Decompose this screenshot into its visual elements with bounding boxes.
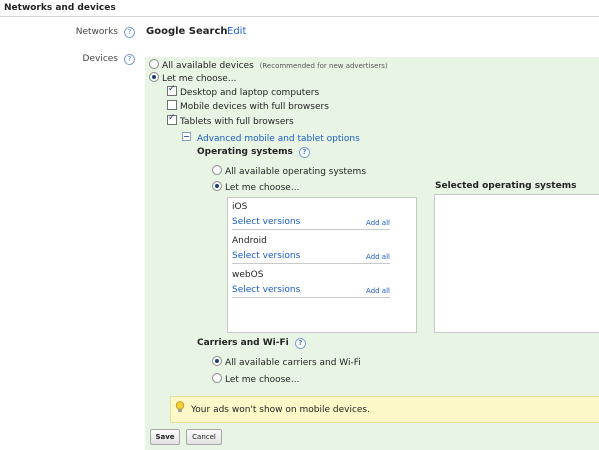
warning-text: Your ads won't show on mobile devices. [191,405,370,415]
devices-help-icon[interactable]: ? [124,54,135,65]
section-title: Networks and devices [4,3,116,13]
mobile-warning: Your ads won't show on mobile devices. [170,396,599,423]
devices-all-note: (Recommended for new advertisers) [259,62,388,70]
networks-value: Google Search [146,26,228,37]
desktop-label: Desktop and laptop computers [180,88,320,98]
desktop-checkbox[interactable] [167,84,177,96]
os-add-all-link[interactable]: Add all [366,253,390,261]
mobile-label: Mobile devices with full browsers [180,102,329,112]
os-item-divider [232,229,390,230]
networks-label: Networks [75,27,118,37]
os-item-divider [232,297,390,298]
os-name: webOS [232,270,264,280]
os-select-versions-link[interactable]: Select versions [232,285,300,295]
carriers-heading-text: Carriers and Wi-Fi [197,338,289,348]
os-option-all[interactable]: All available operating systems [212,165,366,177]
selected-os-heading: Selected operating systems [435,181,577,191]
os-list: iOS Select versions Add all Android Sele… [227,197,417,333]
advanced-options-link[interactable]: Advanced mobile and tablet options [197,134,360,144]
advanced-options-toggle[interactable]: Advanced mobile and tablet options [182,132,360,144]
os-choose-label: Let me choose... [225,183,300,193]
carriers-help-icon[interactable]: ? [294,338,306,349]
os-name: Android [232,236,267,246]
carriers-option-choose[interactable]: Let me choose... [212,373,299,385]
mobile-checkbox[interactable] [167,100,177,110]
os-all-radio[interactable] [212,165,222,175]
os-name: iOS [232,202,248,212]
devices-label: Devices [82,54,118,64]
os-add-all-link[interactable]: Add all [366,219,390,227]
os-select-versions-link[interactable]: Select versions [232,251,300,261]
devices-all-radio[interactable] [149,59,159,69]
lightbulb-icon [175,401,185,412]
device-checkbox-tablets[interactable]: Tablets with full browsers [167,113,294,127]
os-heading-text: Operating systems [197,147,293,157]
section-divider [0,16,599,17]
os-add-all-link[interactable]: Add all [366,287,390,295]
devices-all-label: All available devices [162,61,254,71]
tablets-label: Tablets with full browsers [180,117,294,127]
selected-os-list[interactable] [434,194,599,333]
os-select-versions-link[interactable]: Select versions [232,217,300,227]
devices-choose-label: Let me choose... [162,74,237,84]
device-checkbox-desktop[interactable]: Desktop and laptop computers [167,84,320,98]
devices-choose-radio[interactable] [149,72,159,82]
devices-option-all[interactable]: All available devices (Recommended for n… [149,59,388,71]
carriers-heading: Carriers and Wi-Fi ? [197,338,306,349]
os-item-divider [232,263,390,264]
networks-help-icon[interactable]: ? [124,27,135,38]
tablets-checkbox[interactable] [167,113,177,125]
device-checkbox-mobile[interactable]: Mobile devices with full browsers [167,100,329,112]
carriers-all-radio[interactable] [212,356,222,366]
cancel-button[interactable]: Cancel [186,429,222,445]
os-all-label: All available operating systems [225,167,367,177]
devices-option-choose[interactable]: Let me choose... [149,72,236,84]
carriers-choose-radio[interactable] [212,373,222,383]
networks-edit-link[interactable]: Edit [227,26,246,37]
collapse-icon[interactable] [182,132,191,141]
save-button[interactable]: Save [150,429,180,445]
os-help-icon[interactable]: ? [298,147,310,158]
carriers-choose-label: Let me choose... [225,375,300,385]
os-choose-radio[interactable] [212,181,222,191]
os-option-choose[interactable]: Let me choose... [212,181,299,193]
os-heading: Operating systems ? [197,147,310,158]
carriers-all-label: All available carriers and Wi-Fi [225,358,361,368]
carriers-option-all[interactable]: All available carriers and Wi-Fi [212,356,361,368]
